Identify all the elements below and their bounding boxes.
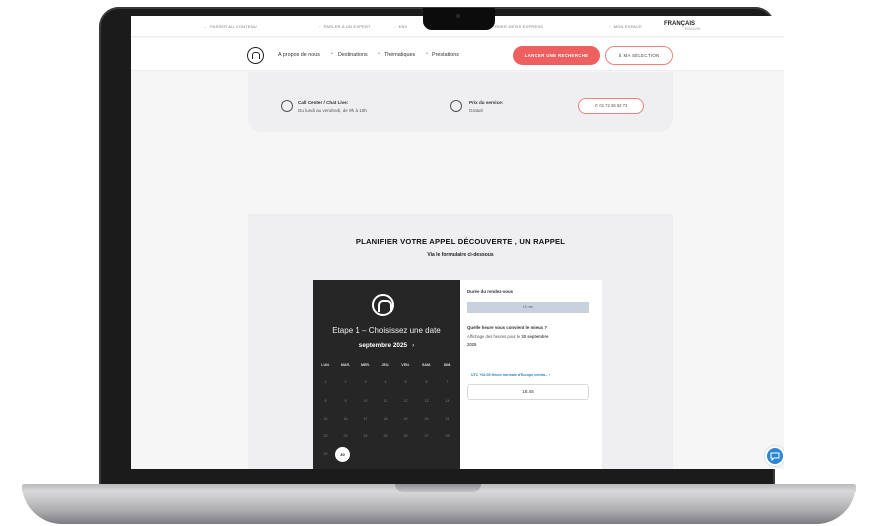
callcenter-hours: Du lundi au vendredi, de 9h à 18h (298, 108, 367, 113)
availability-text: Affichage des heures pour le 30 septembr… (467, 334, 549, 339)
calendar-day: 4 (384, 380, 387, 384)
planning-section: PLANIFIER VOTRE APPEL DÉCOUVERTE , UN RA… (248, 214, 673, 469)
calendar-day: 19 (403, 417, 408, 421)
calendar-day: 23 (343, 434, 348, 438)
chevron-down-icon: › (549, 373, 551, 377)
arrow-icon: → (203, 24, 208, 29)
send-link[interactable]: ◦ ENV (394, 24, 407, 29)
calendar-day: 3 (364, 380, 367, 384)
calendar-day: 16 (343, 417, 348, 421)
calendar-day: 12 (403, 399, 408, 403)
calendar-day: 18 (383, 417, 388, 421)
weekday-label: MER. (361, 363, 370, 367)
calendar-day: 9 (344, 399, 347, 403)
user-icon: ◦ (609, 24, 611, 29)
price-value: Gratuit (469, 108, 483, 113)
price-title: Prix du service: (469, 100, 504, 105)
calendar-day: 26 (403, 434, 408, 438)
camera-notch (423, 8, 495, 30)
nav-item-services[interactable]: Prestations (432, 52, 459, 58)
chat-icon: ◦ (319, 24, 321, 29)
globe-icon (450, 100, 462, 112)
calendar-step-title: Etape 1 – Choisissez une date (332, 326, 441, 335)
calendar-month: septembre 2025 › (358, 342, 415, 349)
headset-icon (281, 100, 293, 112)
calendar-day: 1 (324, 380, 327, 384)
nav-item-destinations[interactable]: Destinations (338, 52, 368, 58)
site-logo[interactable] (247, 47, 264, 64)
time-question: Quelle heure vous convient le mieux ? (467, 325, 548, 330)
phone-button[interactable]: ✆ 01 72 36 63 72 (578, 98, 644, 114)
weekday-label: VEN. (401, 363, 410, 367)
calendar-day: 25 (383, 434, 388, 438)
language-english[interactable]: ENGLISH (685, 27, 700, 31)
nav-item-about[interactable]: A propos de nous (278, 52, 320, 58)
calendar-day: 13 (424, 399, 429, 403)
nav-separator: • (331, 51, 333, 57)
weekday-label: MAR. (340, 363, 351, 367)
skip-to-content-link[interactable]: → PASSER AU CONTENU (203, 24, 257, 29)
brand-logo-icon (372, 294, 394, 316)
calendar-day: 5 (404, 380, 407, 384)
calendar-day: 6 (425, 380, 428, 384)
calendar-day: 27 (424, 434, 429, 438)
calendar-day: 22 (323, 434, 328, 438)
calendar-day: 2 (344, 380, 347, 384)
calendar-day: 20 (424, 417, 429, 421)
time-slot-button[interactable]: 16:45 (467, 384, 589, 400)
availability-year: 2025 (467, 342, 477, 347)
calendar-panel: Etape 1 – Choisissez une date septembre … (313, 280, 460, 469)
time-selection-panel: Durée du rendez-vous 15 min Quelle heure… (460, 280, 602, 469)
calendar-day: 10 (363, 399, 368, 403)
calendar-day: 17 (363, 417, 368, 421)
weekday-label: DIM. (443, 363, 452, 367)
calendar-day: 11 (383, 399, 388, 403)
calendar-day: 21 (445, 417, 450, 421)
duration-label: Durée du rendez-vous (467, 289, 514, 294)
laptop-frame: → PASSER AU CONTENU ◦ PARLER À UN EXPERT ◦… (0, 0, 874, 526)
weekday-label: JEU. (381, 363, 390, 367)
calendar-day: 24 (363, 434, 368, 438)
my-space-link[interactable]: ◦ MON ESPACE (609, 24, 642, 29)
chat-bubble-icon (770, 452, 780, 461)
talk-to-expert-link[interactable]: ◦ PARLER À UN EXPERT (319, 24, 371, 29)
nav-item-themes[interactable]: Thématiques (384, 52, 415, 58)
laptop-thumb-notch (395, 484, 481, 492)
express-quote-link[interactable]: RDER DEVIS EXPRESS (495, 24, 543, 29)
calendar-day: 28 (445, 434, 450, 438)
weekday-label: SAM. (422, 363, 431, 367)
calendar-day-selected[interactable]: 30 (335, 447, 350, 462)
planning-title: PLANIFIER VOTRE APPEL DÉCOUVERTE , UN RA… (355, 237, 566, 246)
nav-separator: • (426, 51, 428, 57)
weekday-label: LUN. (321, 363, 330, 367)
timezone-select[interactable]: UTC +02:00 Heure normale d'Europe centra… (471, 373, 550, 377)
calendar-day: 8 (324, 399, 327, 403)
calendar-day: 7 (446, 380, 449, 384)
calendar-day: 14 (445, 399, 450, 403)
main-nav: A propos de nous • Destinations • Thémat… (131, 38, 784, 71)
chat-button[interactable] (765, 446, 784, 466)
mail-icon: ◦ (394, 24, 396, 29)
callcenter-title: Call Center / Chat Live: (298, 100, 349, 105)
nav-separator: • (378, 51, 380, 57)
camera-icon (456, 14, 460, 18)
my-selection-button[interactable]: ⊻ MA SÉLECTION (605, 46, 673, 65)
launch-search-button[interactable]: LANCER UNE RECHERCHE (513, 46, 600, 65)
calendar-day: 15 (323, 417, 328, 421)
calendar-day: 29 (323, 452, 328, 456)
screen: → PASSER AU CONTENU ◦ PARLER À UN EXPERT ◦… (131, 16, 784, 469)
duration-option[interactable]: 15 min (467, 302, 589, 313)
contact-card: Call Center / Chat Live: Du lundi au ven… (248, 72, 673, 132)
next-month-icon[interactable]: › (412, 342, 414, 349)
planning-subtitle: Via le formulaire ci-dessous (427, 252, 494, 258)
